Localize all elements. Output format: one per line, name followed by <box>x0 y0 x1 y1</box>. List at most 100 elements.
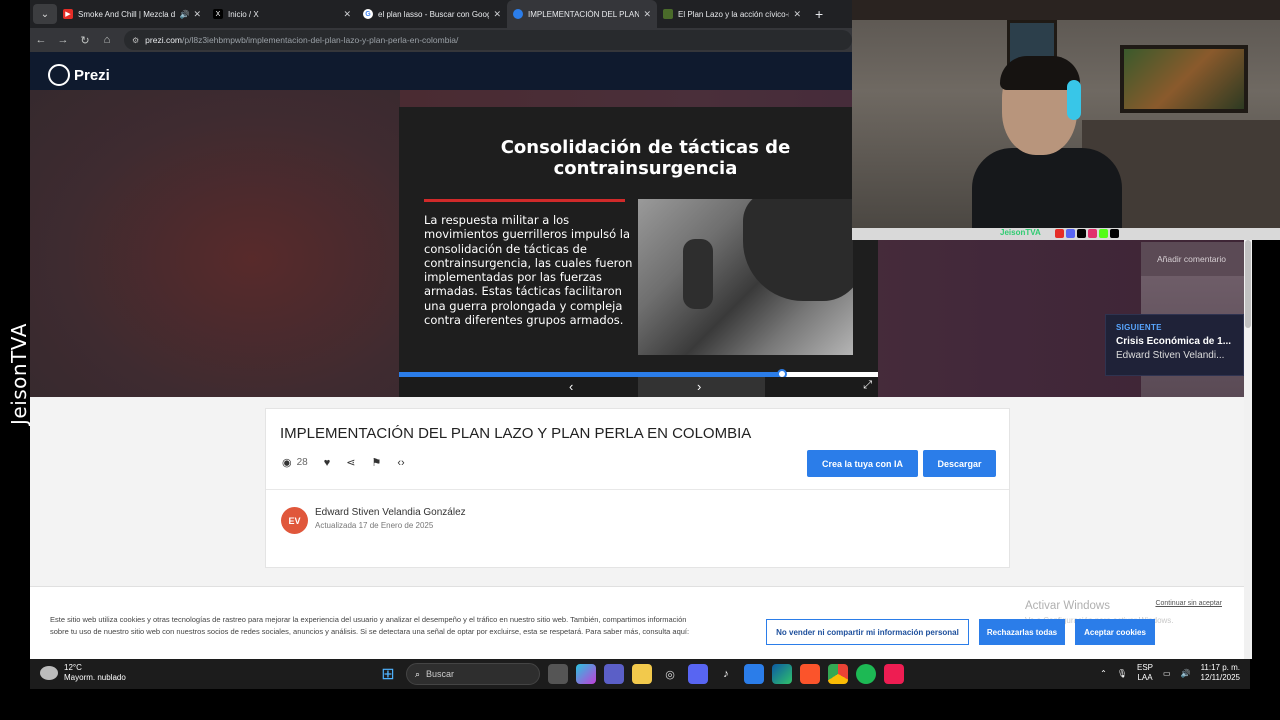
new-tab-button[interactable]: + <box>815 6 823 22</box>
google-icon: G <box>363 9 373 19</box>
author-name[interactable]: Edward Stiven Velandia González <box>315 507 466 518</box>
streamer-nick: JeisonTVA <box>1000 228 1041 237</box>
prezi-logo[interactable]: Prezi <box>48 64 110 86</box>
avatar[interactable]: EV <box>281 507 308 534</box>
copilot-icon[interactable] <box>576 664 596 684</box>
taskbar-apps: ⊞ ⌕ Buscar ◎ ♪ <box>378 663 904 685</box>
system-tray: ⌃ 🎙 ESP LAA ▭ 🔊 11:17 p. m. 12/11/2025 <box>1100 663 1240 683</box>
share-icon[interactable]: ⋖ <box>346 456 355 469</box>
mic-icon[interactable]: 🎙 <box>1117 669 1127 678</box>
home-button[interactable]: ⌂ <box>96 34 118 46</box>
cam-ceiling <box>852 0 1280 20</box>
tab-title: Inicio / X <box>228 9 259 19</box>
do-not-sell-button[interactable]: No vender ni compartir mi información pe… <box>766 619 969 645</box>
teams-icon[interactable] <box>604 664 624 684</box>
url-bar[interactable]: ⚙ prezi.com/p/l8z3iehbmpwb/implementacio… <box>124 30 852 50</box>
reject-all-button[interactable]: Rechazarlas todas <box>979 619 1065 645</box>
accept-cookies-button[interactable]: Aceptar cookies <box>1075 619 1155 645</box>
presentation-info-card: IMPLEMENTACIÓN DEL PLAN LAZO Y PLAN PERL… <box>265 408 1010 568</box>
previous-slide-button[interactable]: ‹ <box>569 379 573 394</box>
bottom-margin <box>0 689 1280 720</box>
slide-body: La respuesta militar a los movimientos g… <box>424 213 633 328</box>
eye-icon: ◉ <box>282 457 292 469</box>
tab-1[interactable]: X Inicio / X ✕ <box>207 0 357 28</box>
flag-icon[interactable]: ⚑ <box>371 456 381 469</box>
weather-desc: Mayorm. nublado <box>64 673 126 682</box>
back-button[interactable]: ← <box>30 34 52 46</box>
forward-button[interactable]: → <box>52 34 74 46</box>
tab-0[interactable]: ▶ Smoke And Chill | Mezcla d 🔊 ✕ <box>57 0 207 28</box>
chatgpt-icon[interactable]: ◎ <box>660 664 680 684</box>
chrome-icon[interactable] <box>828 664 848 684</box>
next-kicker: SIGUIENTE <box>1116 323 1162 332</box>
view-count-value: 28 <box>296 457 308 468</box>
embed-icon[interactable]: ‹› <box>397 457 404 469</box>
tiktok-icon[interactable]: ♪ <box>716 664 736 684</box>
volume-icon[interactable]: 🔊 <box>1181 669 1191 678</box>
network-icon[interactable]: ▭ <box>1163 669 1171 678</box>
helicopter-shape <box>743 199 853 301</box>
clock[interactable]: 11:17 p. m. 12/11/2025 <box>1201 663 1240 683</box>
taskbar-search[interactable]: ⌕ Buscar <box>406 663 540 685</box>
search-placeholder: Buscar <box>426 669 455 679</box>
instagram-icon <box>1088 229 1097 238</box>
windows-taskbar: 12°C Mayorm. nublado ⊞ ⌕ Buscar ◎ ♪ ⌃ 🎙 … <box>30 659 1250 689</box>
tiktok-live-icon[interactable] <box>884 664 904 684</box>
cam-wall-painting <box>1120 45 1248 113</box>
store-icon[interactable] <box>744 664 764 684</box>
headset-icon <box>1067 80 1081 120</box>
chevron-up-icon[interactable]: ⌃ <box>1100 669 1107 678</box>
next-title: Crisis Económica de 1... <box>1116 336 1232 347</box>
cloud-icon <box>40 666 58 680</box>
edge-icon[interactable] <box>772 664 792 684</box>
action-row: ◉ 28 ♥ ⋖ ⚑ ‹› <box>282 456 405 470</box>
reload-button[interactable]: ↻ <box>74 34 96 47</box>
continue-without-accepting-link[interactable]: Continuar sin aceptar <box>1155 600 1222 607</box>
social-icons <box>1055 229 1119 238</box>
tiktok-icon <box>1110 229 1119 238</box>
tab-4[interactable]: El Plan Lazo y la acción cívico-m ✕ <box>657 0 807 28</box>
weather-temp: 12°C <box>64 663 82 672</box>
brave-icon[interactable] <box>800 664 820 684</box>
tab-3[interactable]: IMPLEMENTACIÓN DEL PLAN L ✕ <box>507 0 657 28</box>
prezi-logo-text: Prezi <box>74 66 110 84</box>
download-button[interactable]: Descargar <box>923 450 996 477</box>
create-with-ai-button[interactable]: Crea la tuya con IA <box>807 450 918 477</box>
add-comment-button[interactable]: Añadir comentario <box>1141 242 1244 276</box>
site-info-icon[interactable]: ⚙ <box>132 36 139 45</box>
fullscreen-icon[interactable]: ⤢ <box>863 379 872 392</box>
page-scrollbar[interactable] <box>1244 240 1252 659</box>
next-author: Edward Stiven Velandi... <box>1116 350 1225 361</box>
search-icon: ⌕ <box>415 668 421 679</box>
discord-icon[interactable] <box>688 664 708 684</box>
weather-widget[interactable]: 12°C Mayorm. nublado <box>40 663 126 683</box>
spotify-icon[interactable] <box>856 664 876 684</box>
cookie-text: Este sitio web utiliza cookies y otras t… <box>50 615 690 636</box>
streamer-watermark: JeisonTVA <box>7 323 31 425</box>
close-icon[interactable]: ✕ <box>643 9 651 20</box>
close-icon[interactable]: ✕ <box>343 9 351 20</box>
close-icon[interactable]: ✕ <box>793 9 801 20</box>
close-icon[interactable]: ✕ <box>493 9 501 20</box>
clock-time: 11:17 p. m. <box>1200 663 1240 672</box>
player-controls: ‹ › ⤢ <box>399 377 878 397</box>
scrollbar-thumb[interactable] <box>1245 240 1251 328</box>
task-view-icon[interactable] <box>548 664 568 684</box>
slide[interactable]: Consolidación de tácticas de contrainsur… <box>399 107 878 397</box>
like-icon[interactable]: ♥ <box>324 457 331 469</box>
tab-search-button[interactable]: ⌄ <box>33 4 57 24</box>
close-icon[interactable]: ✕ <box>193 9 201 20</box>
windows-start-icon[interactable]: ⊞ <box>378 664 398 684</box>
next-slide-button[interactable]: › <box>638 377 765 397</box>
view-count: ◉ 28 <box>282 456 308 469</box>
tab-title: IMPLEMENTACIÓN DEL PLAN L <box>528 9 640 19</box>
url-domain: prezi.com <box>145 35 183 45</box>
presentation-title: IMPLEMENTACIÓN DEL PLAN LAZO Y PLAN PERL… <box>280 425 752 442</box>
tab-2[interactable]: G el plan lasso - Buscar con Goog ✕ <box>357 0 507 28</box>
streamer-body <box>972 148 1122 228</box>
next-presentation-card[interactable]: SIGUIENTE Crisis Económica de 1... Edwar… <box>1105 314 1244 376</box>
speaker-icon[interactable]: 🔊 <box>179 10 189 19</box>
language-indicator[interactable]: ESP LAA <box>1137 663 1153 683</box>
activate-windows-title: Activar Windows <box>1025 600 1110 612</box>
file-explorer-icon[interactable] <box>632 664 652 684</box>
